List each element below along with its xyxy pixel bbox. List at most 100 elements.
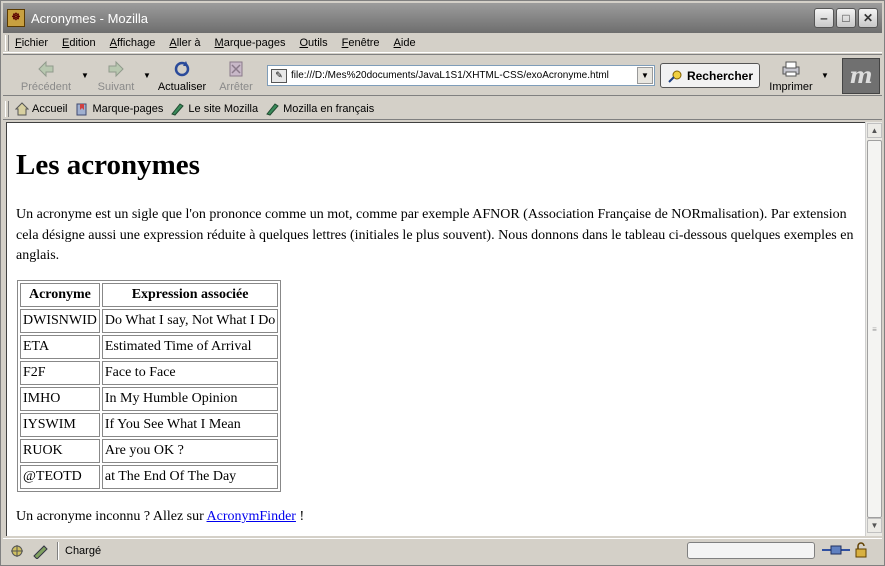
- status-bar: Chargé: [3, 538, 882, 562]
- forward-button[interactable]: Suivant: [85, 57, 147, 95]
- acronym-cell: F2F: [20, 361, 100, 385]
- url-dropdown-icon[interactable]: ▼: [637, 67, 653, 84]
- table-row: @TEOTD at The End Of The Day: [20, 465, 279, 489]
- expression-cell: at The End Of The Day: [101, 465, 279, 489]
- print-button[interactable]: Imprimer: [765, 57, 817, 95]
- personal-toolbar: Accueil Marque-pages Le site Mozilla Moz…: [3, 98, 882, 120]
- acronym-cell: IYSWIM: [20, 413, 100, 437]
- search-icon: [668, 70, 682, 83]
- back-button[interactable]: Précédent: [15, 57, 77, 95]
- status-separator: [57, 541, 59, 560]
- scroll-up-arrow-icon[interactable]: ▲: [867, 123, 882, 138]
- scroll-down-arrow-icon[interactable]: ▼: [867, 518, 882, 533]
- acronym-cell: RUOK: [20, 439, 100, 463]
- back-label: Précédent: [20, 81, 72, 93]
- expression-cell: Are you OK ?: [101, 439, 279, 463]
- close-button[interactable]: ✕: [858, 8, 878, 28]
- forward-label: Suivant: [97, 81, 135, 93]
- vertical-scrollbar[interactable]: ▲ ≡ ▼: [865, 122, 882, 536]
- search-label: Rechercher: [686, 68, 754, 83]
- bookmark-accueil-label: Accueil: [32, 102, 68, 115]
- mozilla-throbber-logo[interactable]: m: [842, 58, 880, 94]
- maximize-button[interactable]: □: [836, 8, 856, 28]
- progress-meter: [687, 542, 815, 559]
- expression-cell: If You See What I Mean: [101, 413, 279, 437]
- search-button[interactable]: Rechercher: [660, 63, 760, 88]
- stop-button[interactable]: Arrêter: [205, 57, 267, 95]
- personal-toolbar-grip[interactable]: [5, 100, 9, 117]
- bookmark-marque-pages-label: Marque-pages: [92, 102, 164, 115]
- intro-paragraph: Un acronyme est un sigle que l'on pronon…: [16, 207, 854, 263]
- reload-icon: [174, 61, 190, 77]
- menu-aller[interactable]: Aller à: [169, 37, 200, 49]
- url-bar[interactable]: ✎ file:///D:/Mes%20documents/JavaL1S1/XH…: [267, 65, 655, 86]
- mozilla-app-icon[interactable]: ☸: [7, 9, 25, 27]
- title-bar[interactable]: ☸ Acronymes - Mozilla ‒ □ ✕: [3, 3, 882, 33]
- print-dropdown-icon[interactable]: ▼: [821, 71, 829, 80]
- window-controls: ‒ □ ✕: [814, 8, 878, 28]
- menu-bar: Fichier Edition Affichage Aller à Marque…: [3, 33, 882, 53]
- acronym-table: Acronyme Expression associée DWISNWID Do …: [17, 280, 282, 492]
- url-input[interactable]: file:///D:/Mes%20documents/JavaL1S1/XHTM…: [291, 70, 637, 81]
- bookmark-mozilla-francais-label: Mozilla en français: [283, 102, 375, 115]
- bookmark-mozilla-francais[interactable]: Mozilla en français: [266, 102, 374, 116]
- scrollbar-thumb[interactable]: ≡: [867, 140, 882, 518]
- navigation-toolbar: Précédent ▼ Suivant ▼ Actualiser Arrêter…: [3, 54, 882, 96]
- menu-aide[interactable]: Aide: [394, 37, 416, 49]
- bookmark-accueil[interactable]: Accueil: [15, 101, 68, 116]
- acronym-cell: DWISNWID: [20, 309, 100, 333]
- back-arrow-icon: [38, 60, 54, 78]
- menu-fenetre[interactable]: Fenêtre: [342, 37, 380, 49]
- bookmark-site-mozilla[interactable]: Le site Mozilla: [171, 102, 258, 116]
- security-lock-icon[interactable]: [853, 542, 869, 558]
- minimize-button[interactable]: ‒: [814, 8, 834, 28]
- maximize-icon: □: [842, 11, 850, 25]
- column-header-acronyme: Acronyme: [20, 283, 100, 307]
- bookmarks-icon: [76, 103, 87, 115]
- table-row: ETA Estimated Time of Arrival: [20, 335, 279, 359]
- acronymfinder-link[interactable]: AcronymFinder: [207, 509, 296, 524]
- home-icon: [15, 101, 29, 115]
- bookmark-site-mozilla-label: Le site Mozilla: [188, 102, 259, 115]
- stop-icon: [229, 61, 243, 77]
- app-icon-glyph: ☸: [11, 12, 21, 23]
- online-status-icon[interactable]: [821, 543, 851, 557]
- status-text: Chargé: [65, 544, 102, 557]
- acronym-cell: @TEOTD: [20, 465, 100, 489]
- minimize-icon: ‒: [820, 11, 828, 25]
- window-title: Acronymes - Mozilla: [31, 10, 149, 26]
- menu-affichage[interactable]: Affichage: [110, 37, 156, 49]
- bookmark-link-icon: [266, 102, 279, 116]
- bookmark-link-icon: [171, 102, 185, 116]
- footer-text: Un acronyme inconnu ? Allez sur: [16, 509, 204, 524]
- forward-dropdown-icon[interactable]: ▼: [143, 71, 151, 80]
- page-proxy-icon[interactable]: ✎: [271, 68, 287, 83]
- table-row: RUOK Are you OK ?: [20, 439, 279, 463]
- browser-window: ☸ Acronymes - Mozilla ‒ □ ✕ Fichier Edit…: [0, 0, 885, 566]
- table-row: DWISNWID Do What I say, Not What I Do: [20, 309, 279, 333]
- table-header-row: Acronyme Expression associée: [20, 283, 279, 307]
- expression-cell: Face to Face: [101, 361, 279, 385]
- menu-fichier[interactable]: Fichier: [15, 37, 48, 49]
- bookmark-marque-pages[interactable]: Marque-pages: [75, 102, 163, 116]
- composer-icon[interactable]: [31, 543, 51, 559]
- acronym-cell: ETA: [20, 335, 100, 359]
- expression-cell: Do What I say, Not What I Do: [101, 309, 279, 333]
- reload-button[interactable]: Actualiser: [151, 57, 213, 95]
- menu-marque-pages[interactable]: Marque-pages: [215, 37, 286, 49]
- footer-end: !: [299, 509, 305, 524]
- stop-label: Arrêter: [219, 81, 253, 93]
- acronym-cell: IMHO: [20, 387, 100, 411]
- footer-paragraph: Un acronyme inconnu ? Allez sur AcronymF…: [16, 509, 304, 525]
- toolbar-grip[interactable]: [5, 34, 9, 51]
- page-content: Les acronymes Un acronyme est un sigle q…: [6, 122, 865, 536]
- column-header-expression: Expression associée: [101, 283, 279, 307]
- reload-label: Actualiser: [157, 81, 207, 93]
- close-icon: ✕: [862, 11, 874, 25]
- menu-outils[interactable]: Outils: [299, 37, 327, 49]
- component-bar-icon[interactable]: [7, 543, 27, 559]
- table-row: IMHO In My Humble Opinion: [20, 387, 279, 411]
- menu-edition[interactable]: Edition: [62, 37, 96, 49]
- table-row: IYSWIM If You See What I Mean: [20, 413, 279, 437]
- expression-cell: Estimated Time of Arrival: [101, 335, 279, 359]
